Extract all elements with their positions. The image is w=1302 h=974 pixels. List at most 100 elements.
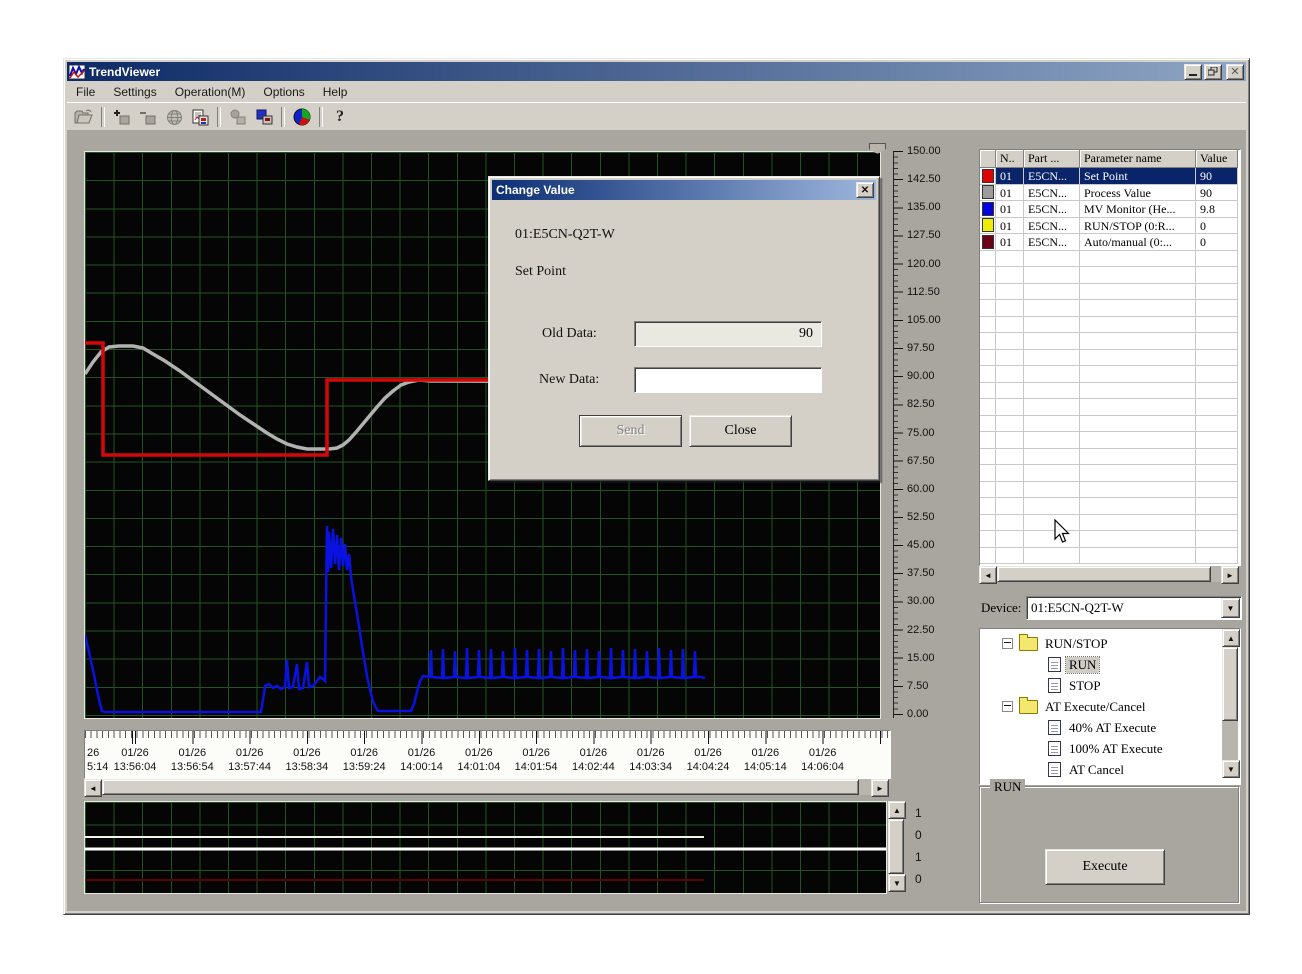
scroll-right-icon[interactable]: ► [871,779,889,797]
scroll-down-icon[interactable]: ▼ [888,874,906,892]
app-icon [69,65,85,79]
table-header[interactable]: Part ... [1024,150,1080,168]
scroll-down-icon[interactable]: ▼ [1222,760,1240,778]
table-scrollbar[interactable]: ◄ ► [979,566,1239,582]
globe-icon[interactable] [162,106,186,128]
tree-item-run[interactable]: RUN [980,654,1240,675]
parameter-table[interactable]: N..Part ...Parameter nameValue01E5CN...S… [979,149,1241,566]
document-icon [1048,657,1061,672]
table-row[interactable]: 01E5CN...Auto/manual (0:...0 [980,234,1240,251]
series-color-swatch [980,201,996,218]
new-data-input[interactable] [634,367,822,393]
document-icon [1048,720,1061,735]
tree-folder-at-execute-cancel[interactable]: AT Execute/Cancel [980,696,1240,717]
copy-report-icon[interactable] [188,106,212,128]
help-icon[interactable]: ? [328,106,352,128]
tree-item-at-cancel[interactable]: AT Cancel [980,759,1240,780]
chevron-down-icon[interactable]: ▼ [1221,598,1240,618]
scrollbar-thumb[interactable] [888,819,904,874]
menu-help[interactable]: Help [314,83,357,101]
toolbar: ? [67,102,1246,131]
menu-file[interactable]: File [67,83,104,101]
scroll-up-icon[interactable]: ▲ [1222,629,1240,647]
scroll-left-icon[interactable]: ◄ [979,566,997,584]
tree-collapse-icon[interactable] [1002,638,1013,649]
table-row-empty [980,515,1240,532]
tree-label[interactable]: STOP [1066,678,1104,694]
digital-trend-chart[interactable] [84,801,887,894]
table-header[interactable]: Parameter name [1080,150,1196,168]
table-header[interactable]: N.. [996,150,1024,168]
scroll-up-icon[interactable]: ▲ [888,801,906,819]
table-cell: E5CN... [1024,168,1080,185]
tree-item-stop[interactable]: STOP [980,675,1240,696]
point-settings-icon[interactable] [226,106,250,128]
close-dialog-button[interactable]: Close [689,415,792,447]
block-save-icon[interactable] [252,106,276,128]
title-bar: TrendViewer ✕ [67,62,1246,81]
table-row-empty [980,548,1240,565]
tree-item-40-at-execute[interactable]: 40% AT Execute [980,717,1240,738]
tree-collapse-icon[interactable] [1002,701,1013,712]
table-cell: Set Point [1080,168,1196,185]
table-row-empty [980,416,1240,433]
table-header[interactable]: Value [1196,150,1238,168]
tree-label[interactable]: AT Execute/Cancel [1042,699,1148,715]
table-row[interactable]: 01E5CN...Process Value90 [980,185,1240,202]
dialog-close-icon[interactable]: ✕ [856,182,874,198]
y-axis-tick-label: 142.50 [907,173,941,185]
remove-pen-icon[interactable] [136,106,160,128]
change-value-dialog: Change Value ✕ 01:E5CN-Q2T-W Set Point O… [488,176,880,481]
table-cell: E5CN... [1024,201,1080,218]
y-axis-tick-label: 67.50 [907,455,935,467]
table-row[interactable]: 01E5CN...MV Monitor (He...9.8 [980,201,1240,218]
close-button[interactable]: ✕ [1226,64,1244,80]
tree-item-100-at-execute[interactable]: 100% AT Execute [980,738,1240,759]
menu-settings[interactable]: Settings [104,83,165,101]
scrollbar-thumb[interactable] [102,779,859,795]
scroll-left-icon[interactable]: ◄ [84,779,102,797]
tree-label[interactable]: 40% AT Execute [1066,720,1159,736]
scroll-right-icon[interactable]: ► [1221,566,1239,584]
device-combobox[interactable]: 01:E5CN-Q2T-W ▼ [1026,596,1242,620]
open-file-icon[interactable] [72,106,96,128]
table-row-empty [980,300,1240,317]
tree-label[interactable]: RUN/STOP [1042,636,1111,652]
scrollbar-thumb[interactable] [997,566,1211,582]
add-pen-icon[interactable] [110,106,134,128]
time-axis-label: 01/2614:00:14 [390,746,454,774]
folder-icon [1019,637,1038,651]
table-row[interactable]: 01E5CN...RUN/STOP (0:R...0 [980,218,1240,235]
execute-button[interactable]: Execute [1045,849,1165,885]
y-axis-tick-label: 105.00 [907,314,941,326]
tree-scrollbar[interactable]: ▲ ▼ [1222,629,1238,778]
table-row[interactable]: 01E5CN...Set Point90 [980,168,1240,185]
time-axis: 265:1401/2613:56:0401/2613:56:5401/2613:… [84,730,891,779]
tree-folder-run-stop[interactable]: RUN/STOP [980,633,1240,654]
y-axis-tick-label: 52.50 [907,511,935,523]
tree-label[interactable]: AT Cancel [1066,762,1127,778]
series-color-swatch [980,185,996,202]
menu-operation[interactable]: Operation(M) [166,83,255,101]
new-data-label: New Data: [539,372,599,388]
y-axis-tick-label: 22.50 [907,624,935,636]
operation-tree[interactable]: RUN/STOP RUN STOP AT Execute/Cancel 40% AT E… [979,628,1241,785]
time-axis-label: 01/2614:02:44 [561,746,625,774]
old-data-field: 90 [634,321,822,347]
table-header[interactable] [980,150,996,168]
y-axis-tick-label: 0.00 [907,708,928,720]
menu-options[interactable]: Options [254,83,313,101]
tree-label[interactable]: RUN [1066,657,1099,673]
pie-chart-icon[interactable] [290,106,314,128]
time-axis-label: 01/2614:04:24 [676,746,740,774]
minimize-button[interactable] [1184,64,1202,80]
time-scrollbar[interactable]: ◄ ► [84,779,889,795]
tree-label[interactable]: 100% AT Execute [1066,741,1166,757]
digital-chart-scrollbar[interactable]: ▲ ▼ [888,801,904,892]
scrollbar-thumb[interactable] [1222,647,1238,721]
dialog-title-bar: Change Value ✕ [492,180,876,200]
restore-button[interactable] [1204,64,1222,80]
table-row-empty [980,284,1240,301]
time-axis-label: 01/2613:56:04 [103,746,167,774]
send-button[interactable]: Send [579,415,682,447]
